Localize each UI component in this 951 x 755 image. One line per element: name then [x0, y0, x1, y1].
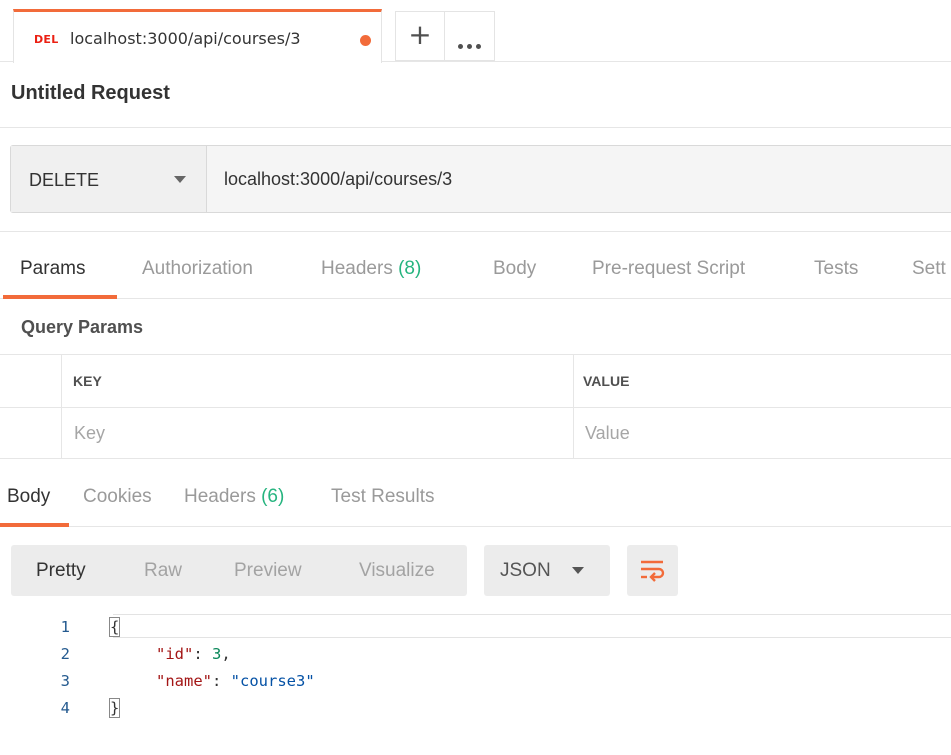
- wrap-lines-icon: [641, 560, 665, 582]
- query-params-title: Query Params: [21, 317, 144, 337]
- tab-response-body[interactable]: Body: [7, 486, 50, 508]
- headers-count: (6): [261, 486, 285, 507]
- tab-label: Tests: [814, 258, 859, 279]
- view-visualize-button[interactable]: Visualize: [359, 560, 435, 582]
- divider: [0, 407, 951, 408]
- tab-label: Headers: [184, 486, 256, 507]
- wrap-lines-button[interactable]: [627, 545, 678, 596]
- column-header-value: VALUE: [583, 373, 630, 389]
- tab-tests[interactable]: Tests: [814, 258, 858, 280]
- method-select[interactable]: DELETE: [11, 146, 207, 212]
- tab-pre-request-script[interactable]: Pre-request Script: [592, 258, 745, 280]
- tab-response-headers[interactable]: Headers (6): [184, 486, 284, 508]
- brace: {: [108, 617, 121, 637]
- brace: }: [108, 698, 121, 718]
- code-line: {: [108, 617, 121, 637]
- tab-label: Params: [20, 258, 86, 279]
- tab-cookies[interactable]: Cookies: [83, 486, 152, 508]
- request-tab-title: localhost:3000/api/courses/3: [70, 29, 301, 48]
- tab-strip: DEL localhost:3000/api/courses/3 +: [0, 0, 951, 63]
- line-number: 2: [60, 645, 70, 663]
- tab-label: Cookies: [83, 486, 152, 507]
- tab-params[interactable]: Params: [20, 258, 85, 280]
- param-key-input[interactable]: [74, 415, 554, 451]
- unsaved-indicator-icon[interactable]: [360, 35, 371, 46]
- format-select[interactable]: JSON: [484, 545, 610, 596]
- line-number: 3: [60, 672, 70, 690]
- json-number: 3: [212, 645, 222, 663]
- caret-down-icon: [174, 176, 186, 183]
- code-line: }: [108, 698, 121, 718]
- request-name[interactable]: Untitled Request: [11, 82, 170, 105]
- comma: ,: [221, 645, 231, 663]
- column-header-key: KEY: [73, 373, 102, 389]
- line-number: 4: [60, 699, 70, 717]
- tab-label: Body: [7, 486, 51, 507]
- ellipsis-icon: [458, 34, 485, 53]
- plus-icon: +: [408, 18, 432, 51]
- url-input[interactable]: [207, 146, 951, 212]
- response-tabs: Body Cookies Headers (6) Test Results: [0, 460, 951, 527]
- method-badge: DEL: [34, 33, 59, 46]
- tab-headers[interactable]: Headers (8): [321, 258, 421, 280]
- colon: :: [212, 672, 231, 690]
- tab-body[interactable]: Body: [493, 258, 536, 280]
- url-bar: DELETE: [10, 145, 951, 213]
- line-number: 1: [60, 618, 70, 636]
- request-tabs: Params Authorization Headers (8) Body Pr…: [0, 232, 951, 299]
- code-line: "name": "course3": [156, 672, 315, 690]
- query-params-table: KEY VALUE: [0, 354, 951, 459]
- json-key: "id": [156, 645, 194, 663]
- tab-settings[interactable]: Sett: [912, 258, 946, 280]
- method-label: DELETE: [29, 170, 100, 190]
- view-raw-button[interactable]: Raw: [144, 560, 182, 582]
- format-label: JSON: [500, 560, 551, 581]
- headers-count: (8): [398, 258, 422, 279]
- tab-label: Test Results: [331, 486, 435, 507]
- caret-down-icon: [572, 567, 584, 574]
- divider: [0, 127, 951, 128]
- response-body-editor[interactable]: 1 2 3 4 { "id": 3, "name": "course3" }: [0, 612, 951, 722]
- tab-authorization[interactable]: Authorization: [142, 258, 253, 280]
- param-value-input[interactable]: [585, 415, 945, 451]
- view-pretty-button[interactable]: Pretty: [36, 560, 86, 582]
- colon: :: [193, 645, 212, 663]
- tab-label: Headers: [321, 258, 393, 279]
- active-tab-indicator: [3, 295, 117, 299]
- tab-label: Pre-request Script: [592, 258, 746, 279]
- json-string: "course3": [230, 672, 315, 690]
- new-tab-button[interactable]: +: [395, 11, 445, 61]
- view-mode-group: Pretty Raw Preview Visualize: [11, 545, 467, 596]
- code-line: "id": 3,: [156, 645, 231, 663]
- request-tab[interactable]: DEL localhost:3000/api/courses/3: [13, 9, 382, 63]
- view-preview-button[interactable]: Preview: [234, 560, 302, 582]
- more-tabs-button[interactable]: [445, 11, 495, 61]
- tab-label: Sett: [912, 258, 946, 279]
- json-key: "name": [156, 672, 212, 690]
- active-tab-indicator: [0, 523, 69, 527]
- current-line-highlight: [113, 614, 951, 638]
- tab-label: Body: [493, 258, 537, 279]
- tab-label: Authorization: [142, 258, 253, 279]
- tab-test-results[interactable]: Test Results: [331, 486, 434, 508]
